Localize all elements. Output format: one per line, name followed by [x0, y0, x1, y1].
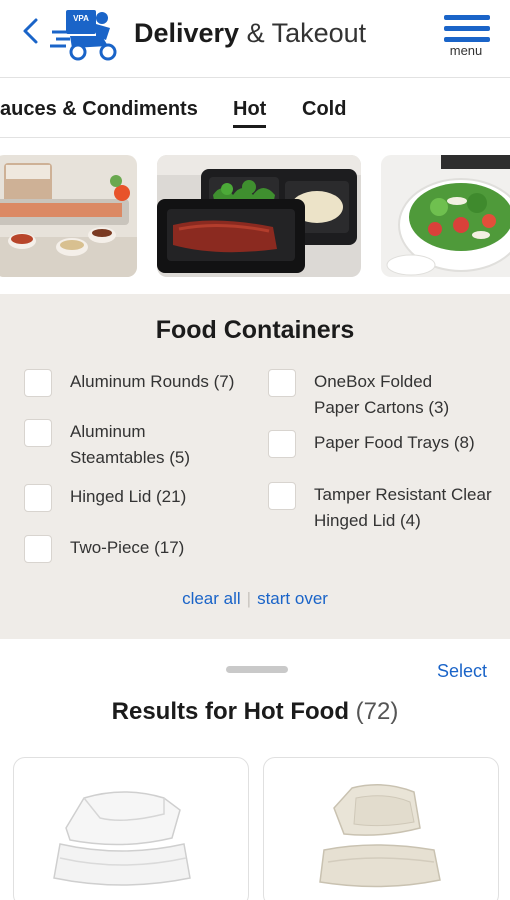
app-header: VPA Delivery & Takeout menu	[0, 0, 510, 78]
filter-panel: Food Containers Aluminum Rounds (7) Alum…	[0, 294, 510, 639]
filter-option-label: Two-Piece (17)	[70, 538, 185, 557]
filter-actions: clear all | start over	[0, 589, 510, 609]
clear-all-link[interactable]: clear all	[182, 589, 241, 608]
category-image-carousel	[0, 155, 510, 279]
product-card[interactable]	[13, 757, 249, 900]
title-bold: Delivery	[134, 18, 240, 48]
svg-text:VPA: VPA	[73, 14, 89, 23]
link-separator: |	[246, 589, 252, 608]
product-card[interactable]	[263, 757, 499, 900]
checkbox[interactable]	[268, 482, 296, 510]
sauce-containers-photo[interactable]	[0, 155, 137, 277]
checkbox[interactable]	[24, 484, 52, 512]
filter-option-label: Aluminum Rounds (7)	[70, 372, 235, 391]
results-count: (72)	[355, 698, 399, 725]
filter-title: Food Containers	[155, 316, 355, 344]
category-tabs: auces & Condiments Hot Cold	[0, 80, 510, 138]
checkbox[interactable]	[24, 419, 52, 447]
page-title: Delivery & Takeout	[134, 16, 366, 50]
hamburger-icon	[444, 15, 490, 20]
chevron-left-icon	[23, 18, 38, 44]
filter-option-tamper-resistant-clear-hinged-lid[interactable]: Tamper Resistant Clear Hinged Lid (4)	[268, 482, 504, 534]
filter-option-onebox-folded-paper-cartons[interactable]: OneBox Folded Paper Cartons (3)	[268, 369, 504, 421]
menu-button[interactable]: menu	[438, 12, 494, 62]
filter-option-label: OneBox Folded Paper Cartons (3)	[314, 372, 450, 417]
results-heading: Results for Hot Food (72)	[0, 698, 510, 726]
filter-option-two-piece[interactable]: Two-Piece (17)	[24, 535, 256, 563]
drag-handle[interactable]	[226, 666, 288, 673]
checkbox[interactable]	[268, 430, 296, 458]
tab-sauces-condiments[interactable]: auces & Condiments	[0, 96, 198, 122]
filter-option-paper-food-trays[interactable]: Paper Food Trays (8)	[268, 430, 504, 458]
start-over-link[interactable]: start over	[257, 589, 328, 608]
filter-option-label: Tamper Resistant Clear Hinged Lid (4)	[314, 485, 492, 530]
title-rest: & Takeout	[239, 18, 367, 48]
filter-option-aluminum-steamtables[interactable]: Aluminum Steamtables (5)	[24, 419, 256, 471]
tab-cold[interactable]: Cold	[302, 96, 346, 122]
product-image	[319, 784, 441, 888]
salad-bowl-photo[interactable]	[381, 155, 510, 277]
tab-hot[interactable]: Hot	[233, 96, 267, 128]
filter-option-aluminum-rounds[interactable]: Aluminum Rounds (7)	[24, 369, 256, 397]
filter-option-hinged-lid[interactable]: Hinged Lid (21)	[24, 484, 256, 512]
product-image	[53, 791, 191, 886]
filter-option-label: Hinged Lid (21)	[70, 487, 187, 506]
delivery-logo: VPA	[50, 6, 124, 62]
checkbox[interactable]	[268, 369, 296, 397]
filter-option-label: Paper Food Trays (8)	[314, 433, 475, 452]
results-title-text: Results for Hot Food	[111, 698, 349, 725]
checkbox[interactable]	[24, 535, 52, 563]
filter-option-label: Aluminum Steamtables (5)	[70, 422, 190, 467]
menu-label: menu	[449, 43, 483, 58]
meal-tray-photo[interactable]	[157, 155, 361, 277]
back-button[interactable]	[16, 14, 46, 48]
select-button[interactable]: Select	[437, 661, 487, 682]
checkbox[interactable]	[24, 369, 52, 397]
